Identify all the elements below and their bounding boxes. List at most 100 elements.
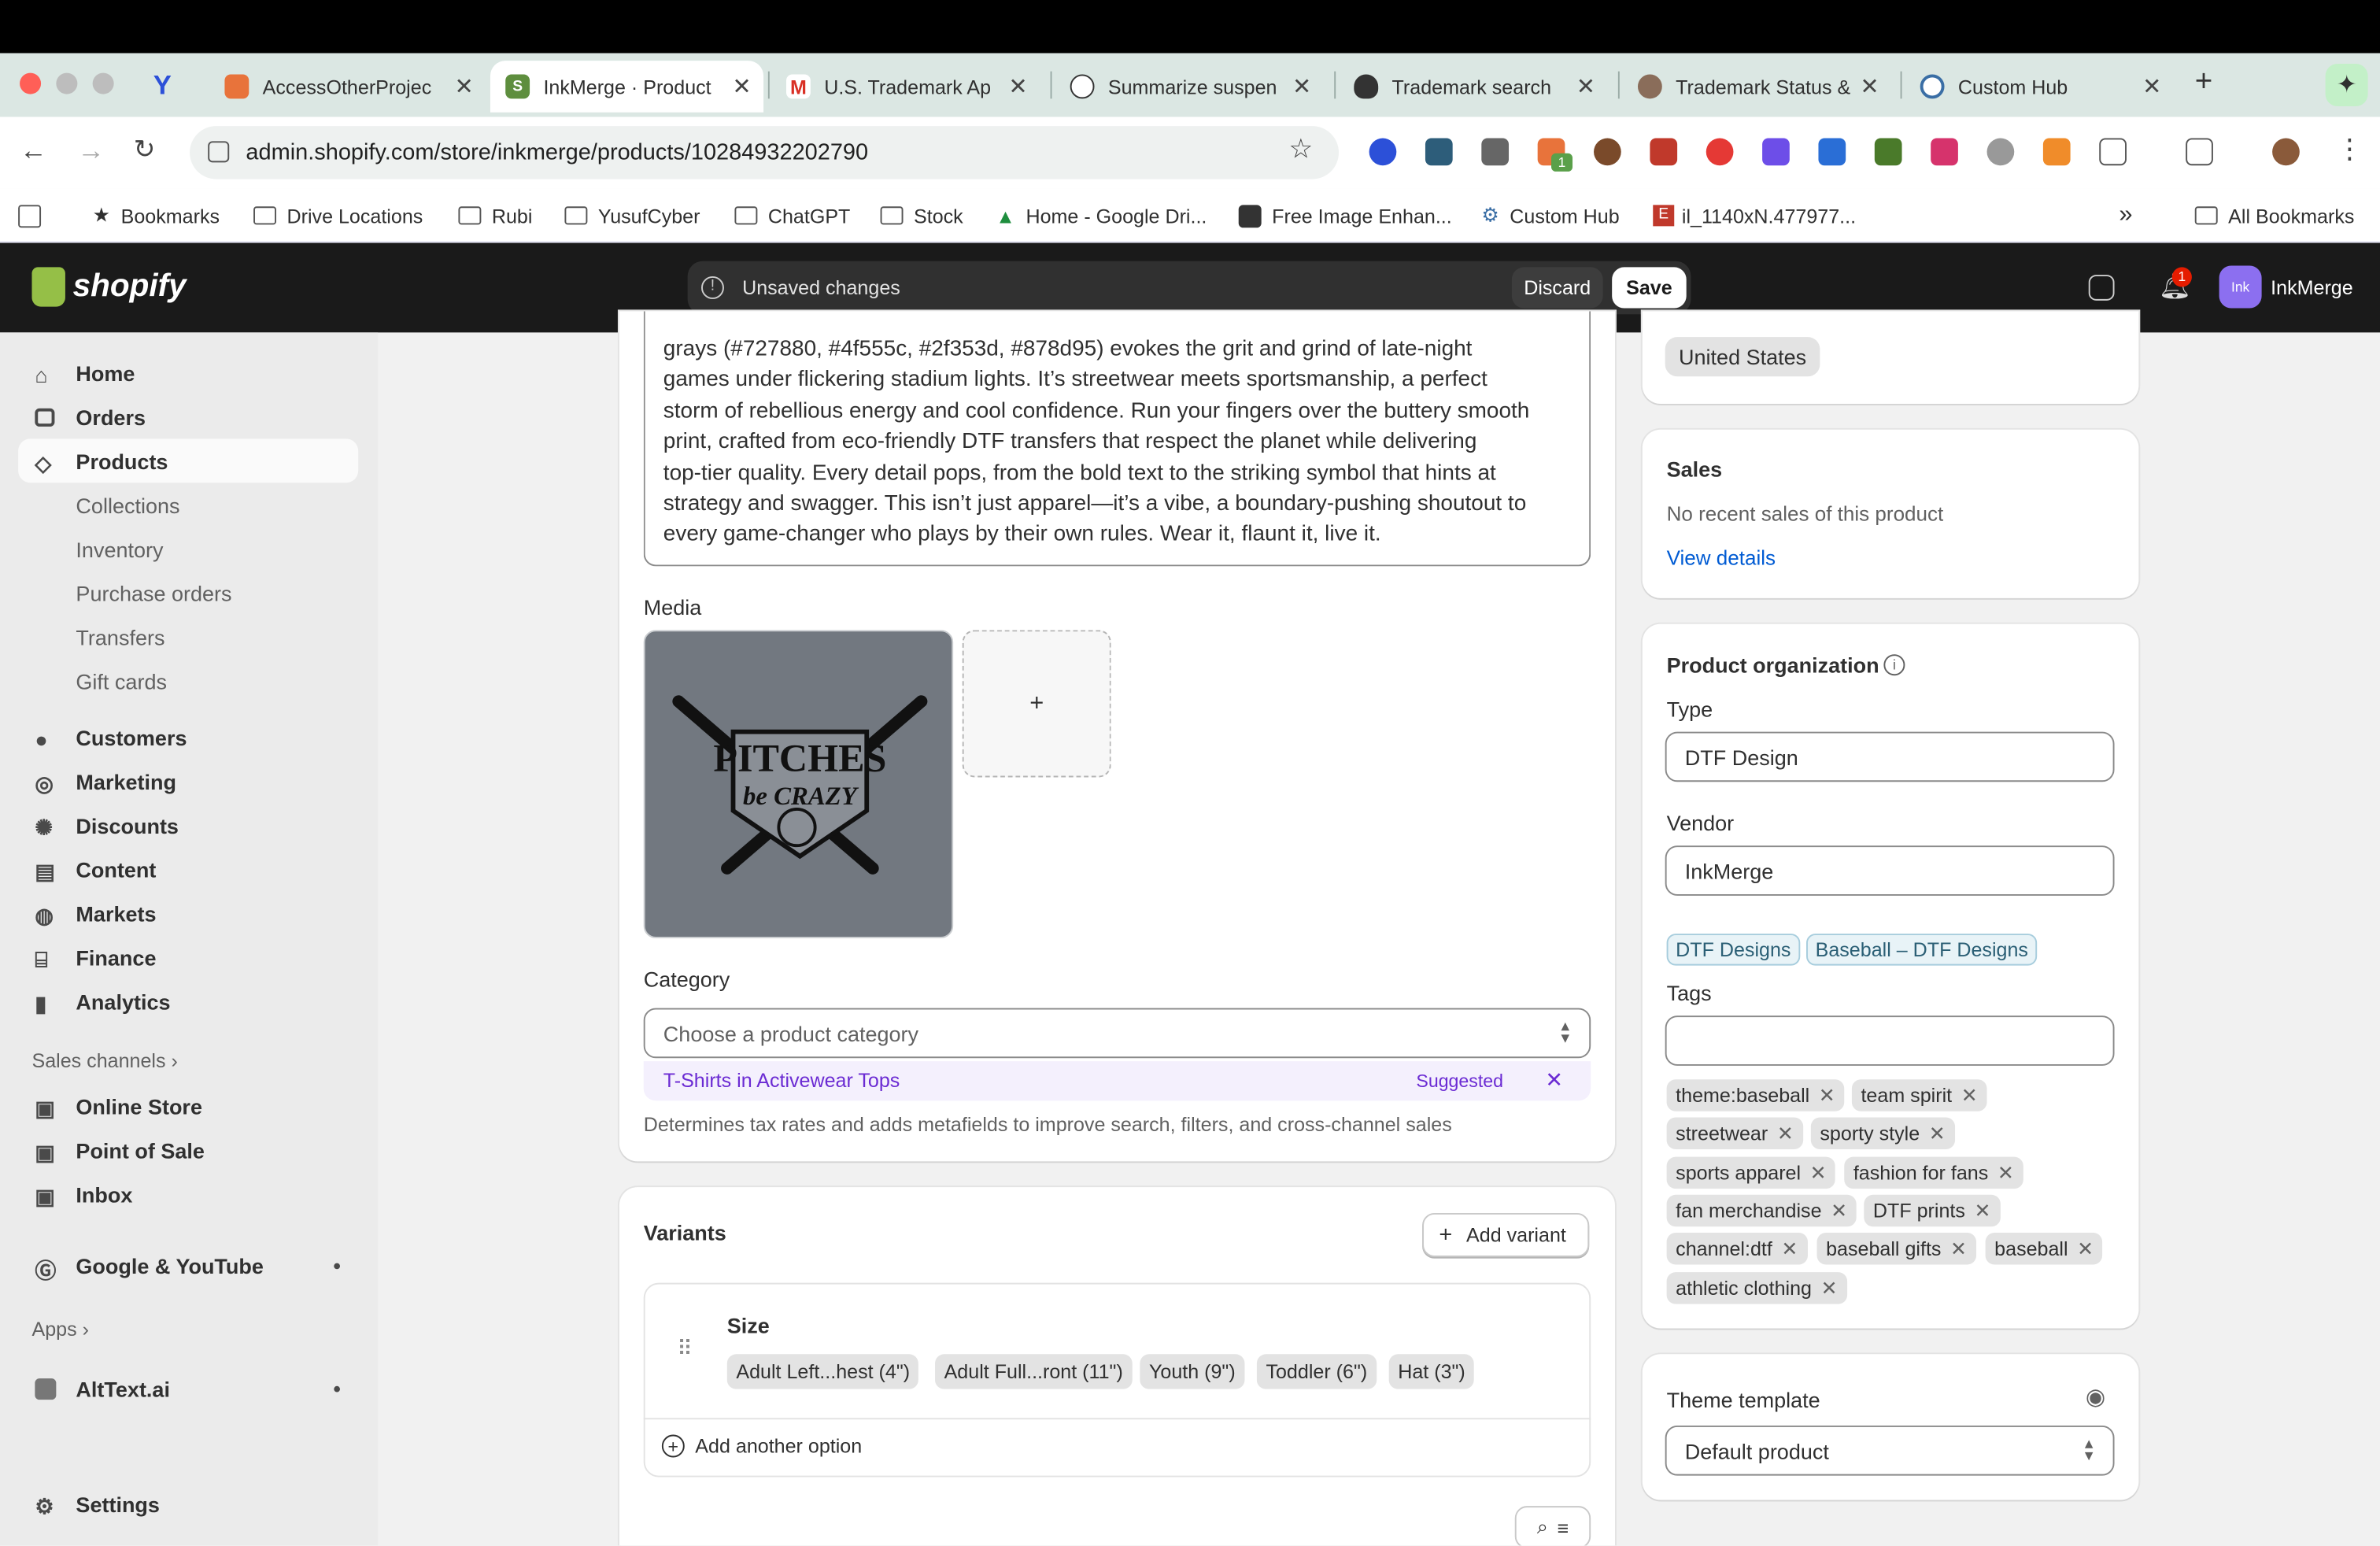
tab-accessotherproject[interactable]: AccessOtherProjec ✕: [213, 61, 486, 113]
sidebar-item-home[interactable]: ⌂ Home: [18, 351, 358, 395]
extension-icon[interactable]: [1650, 138, 1678, 166]
bookmark-item[interactable]: ▲ Home - Google Dri...: [996, 201, 1207, 231]
sidebar-item-point-of-sale[interactable]: ▣ Point of Sale: [18, 1128, 358, 1172]
eye-icon[interactable]: ◉: [2086, 1383, 2105, 1411]
theme-template-select[interactable]: Default product ▴ ▾: [1665, 1425, 2115, 1476]
option-name[interactable]: Size: [727, 1313, 770, 1337]
close-tab-icon[interactable]: ✕: [1576, 73, 1595, 101]
tag-pill[interactable]: sports apparel ✕: [1666, 1156, 1836, 1189]
remove-tag-icon[interactable]: ✕: [1777, 1121, 1794, 1145]
product-image[interactable]: PITCHES be CRAZY: [643, 630, 954, 938]
all-bookmarks[interactable]: All Bookmarks: [2194, 201, 2354, 231]
remove-tag-icon[interactable]: ✕: [1950, 1237, 1967, 1261]
remove-tag-icon[interactable]: ✕: [1810, 1160, 1827, 1185]
puzzle-icon[interactable]: [2099, 138, 2127, 166]
category-select[interactable]: Choose a product category ▴ ▾: [643, 1008, 1591, 1059]
tag-pill[interactable]: team spirit ✕: [1851, 1079, 1987, 1111]
remove-tag-icon[interactable]: ✕: [1781, 1237, 1798, 1261]
tab-custom-hub[interactable]: Custom Hub ✕: [1908, 61, 2174, 113]
option-value-pill[interactable]: Toddler (6"): [1256, 1354, 1377, 1389]
collection-pill[interactable]: DTF Designs: [1666, 934, 1801, 966]
sidebar-item-purchase-orders[interactable]: Purchase orders: [18, 571, 358, 615]
sidebar-item-finance[interactable]: ⌸ Finance: [18, 935, 358, 979]
dismiss-suggestion-icon[interactable]: ✕: [1545, 1067, 1563, 1093]
close-tab-icon[interactable]: ✕: [454, 73, 473, 101]
sidebar-item-markets[interactable]: ◍ Markets: [18, 891, 358, 935]
tab-us-trademark[interactable]: M U.S. Trademark Ap ✕: [774, 61, 1040, 113]
reload-icon[interactable]: ↻: [134, 135, 155, 166]
forward-arrow-icon[interactable]: →: [77, 135, 105, 168]
tag-pill[interactable]: fashion for fans ✕: [1844, 1156, 2023, 1189]
extension-icon[interactable]: [1818, 138, 1846, 166]
apps-heading[interactable]: Apps ›: [32, 1318, 90, 1341]
view-details-link[interactable]: View details: [1667, 546, 1776, 569]
sidebar-item-customers[interactable]: ● Customers: [18, 715, 358, 759]
tab-trademark-status[interactable]: Trademark Status & ✕: [1626, 61, 1892, 113]
tag-pill[interactable]: channel:dtf ✕: [1666, 1233, 1808, 1265]
sidebar-item-online-store[interactable]: ▣ Online Store: [18, 1084, 358, 1128]
tag-pill[interactable]: baseball gifts ✕: [1816, 1233, 1976, 1265]
site-info-icon[interactable]: [208, 141, 230, 163]
tag-pill[interactable]: DTF prints ✕: [1864, 1194, 2001, 1227]
save-button[interactable]: Save: [1612, 267, 1687, 309]
remove-tag-icon[interactable]: ✕: [1831, 1199, 1847, 1223]
kebab-menu-icon[interactable]: ⋮: [2336, 134, 2363, 166]
store-avatar[interactable]: Ink: [2219, 265, 2262, 309]
close-tab-icon[interactable]: ✕: [1292, 73, 1311, 101]
sidebar-item-marketing[interactable]: ◎ Marketing: [18, 759, 358, 803]
sidebar-item-settings[interactable]: ⚙ Settings: [18, 1481, 358, 1526]
zoom-window-button[interactable]: [92, 72, 114, 94]
type-input[interactable]: DTF Design: [1665, 731, 2115, 782]
bookmark-item[interactable]: Stock: [880, 201, 963, 231]
pinned-tab-icon[interactable]: Y: [153, 70, 184, 101]
tag-pill[interactable]: baseball ✕: [1985, 1233, 2103, 1265]
sidebar-item-discounts[interactable]: ✺ Discounts: [18, 803, 358, 847]
sidebar-item-products[interactable]: ◇ Products: [18, 438, 359, 483]
bookmark-item[interactable]: ⚙ Custom Hub: [1481, 201, 1619, 231]
extension-icon[interactable]: [2042, 138, 2071, 166]
vendor-input[interactable]: InkMerge: [1665, 845, 2115, 896]
extension-icon[interactable]: [1874, 138, 1902, 166]
collection-pill[interactable]: Baseball – DTF Designs: [1806, 934, 2038, 966]
extension-icon[interactable]: [1931, 138, 1958, 166]
sidebar-item-collections[interactable]: Collections: [18, 483, 358, 527]
sidebar-item-google-youtube[interactable]: Ⓖ Google & YouTube: [18, 1244, 358, 1288]
sales-channels-heading[interactable]: Sales channels ›: [32, 1049, 178, 1072]
sidebar-item-content[interactable]: ▤ Content: [18, 847, 358, 891]
close-window-button[interactable]: [20, 72, 42, 94]
extension-icon[interactable]: [1762, 138, 1790, 166]
bookmarks-overflow-button[interactable]: »: [2119, 201, 2132, 231]
sidebar-item-inventory[interactable]: Inventory: [18, 527, 358, 571]
tag-pill[interactable]: athletic clothing ✕: [1666, 1272, 1847, 1304]
add-variant-button[interactable]: + Add variant: [1422, 1212, 1590, 1257]
add-media-button[interactable]: +: [962, 630, 1111, 778]
bookmark-item[interactable]: Drive Locations: [253, 201, 423, 231]
tag-pill[interactable]: theme:baseball ✕: [1666, 1079, 1845, 1111]
close-tab-icon[interactable]: ✕: [1008, 73, 1027, 101]
sidebar-item-gift-cards[interactable]: Gift cards: [18, 659, 358, 703]
new-tab-button[interactable]: +: [2195, 65, 2213, 100]
remove-tag-icon[interactable]: ✕: [1929, 1121, 1946, 1145]
tab-inkmerge-product[interactable]: S InkMerge · Product ✕: [490, 61, 764, 113]
bookmark-item[interactable]: Free Image Enhan...: [1238, 201, 1452, 231]
sidebar-item-orders[interactable]: Orders: [18, 394, 358, 438]
adblock-icon[interactable]: [1706, 138, 1734, 166]
tab-summarize[interactable]: Summarize suspen ✕: [1058, 61, 1324, 113]
gemini-icon[interactable]: ✦: [2325, 64, 2368, 107]
option-value-pill[interactable]: Hat (3"): [1388, 1354, 1475, 1389]
suggested-category[interactable]: T-Shirts in Activewear Tops: [663, 1069, 900, 1092]
mail-extension-icon[interactable]: [1481, 138, 1510, 166]
bookmark-item[interactable]: ChatGPT: [734, 201, 850, 231]
back-arrow-icon[interactable]: ←: [20, 135, 47, 168]
tab-search-icon[interactable]: [2186, 138, 2213, 166]
sidekick-icon[interactable]: [2088, 275, 2115, 301]
option-value-pill[interactable]: Youth (9"): [1140, 1354, 1245, 1389]
remove-tag-icon[interactable]: ✕: [1961, 1083, 1978, 1108]
discard-button[interactable]: Discard: [1511, 267, 1603, 309]
market-pill[interactable]: United States: [1665, 337, 1820, 377]
tag-pill[interactable]: fan merchandise ✕: [1666, 1194, 1857, 1227]
bookmark-star-icon[interactable]: ☆: [1288, 134, 1313, 166]
drag-handle-icon[interactable]: ⠿: [677, 1336, 693, 1362]
sidebar-item-inbox[interactable]: ▣ Inbox: [18, 1172, 358, 1216]
close-tab-icon[interactable]: ✕: [1860, 73, 1879, 101]
